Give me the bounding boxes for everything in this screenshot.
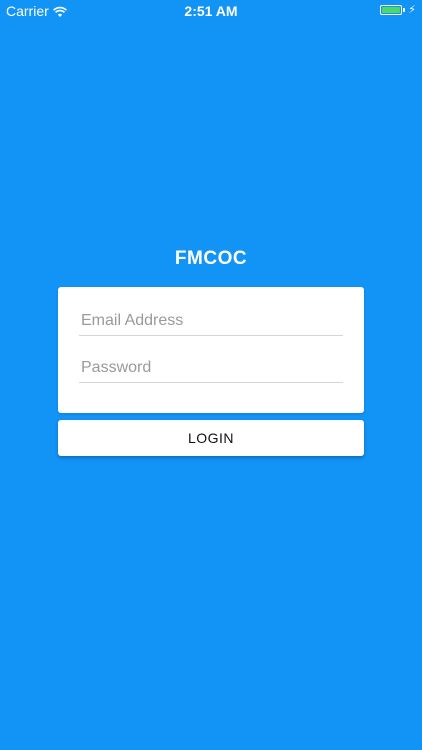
charging-icon: ⚡ (408, 4, 416, 16)
status-bar: Carrier 2:51 AM ⚡ (0, 0, 422, 22)
battery-tip (403, 8, 406, 12)
login-card (58, 287, 364, 413)
battery-level (382, 7, 401, 13)
login-button[interactable]: LOGIN (58, 420, 364, 456)
app-title: FMCOC (174, 248, 248, 269)
battery-icon (380, 5, 403, 15)
status-time: 2:51 AM (184, 3, 238, 19)
password-field[interactable] (79, 353, 343, 383)
email-field[interactable] (79, 306, 343, 336)
battery-indicator: ⚡ (380, 4, 416, 16)
